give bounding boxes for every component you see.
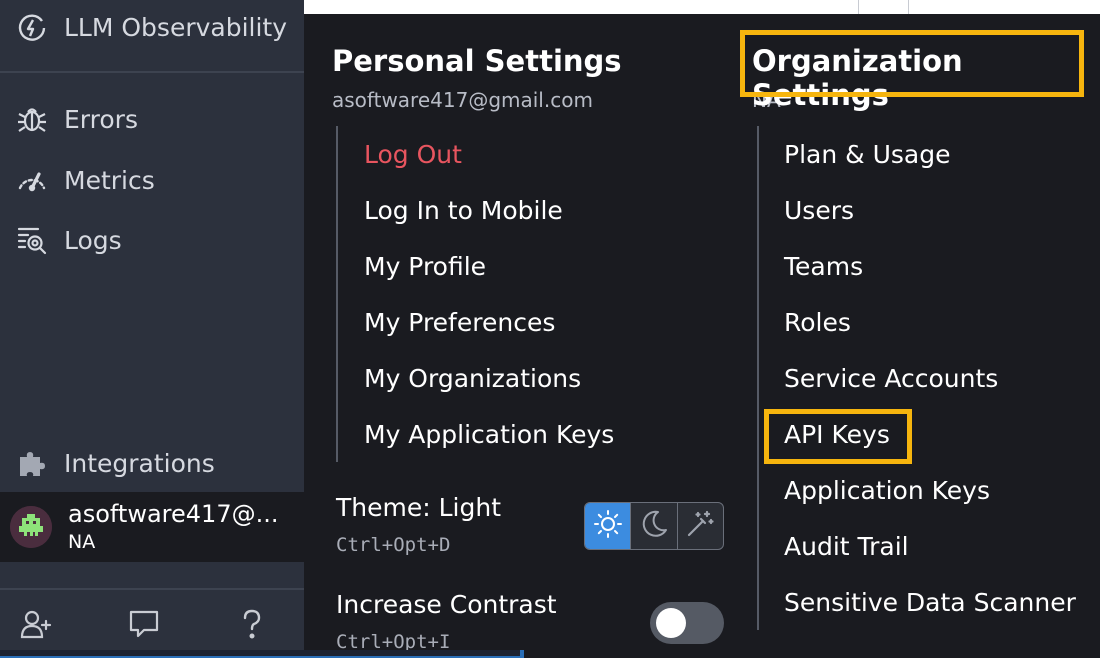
application-keys-link[interactable]: Application Keys bbox=[784, 474, 990, 508]
log-out-link[interactable]: Log Out bbox=[364, 138, 462, 172]
background-page-strip bbox=[304, 0, 1100, 14]
avatar bbox=[10, 506, 52, 548]
personal-divider bbox=[336, 126, 338, 462]
puzzle-icon bbox=[15, 446, 49, 480]
highlight-box-api-keys bbox=[764, 409, 912, 464]
sidebar-item-metrics[interactable]: Metrics bbox=[0, 155, 304, 205]
roles-link[interactable]: Roles bbox=[784, 306, 851, 340]
sidebar-item-llm-observability[interactable]: LLM Observability bbox=[0, 2, 304, 52]
user-org: NA bbox=[68, 531, 96, 553]
sidebar-divider bbox=[0, 71, 304, 73]
organization-divider bbox=[757, 126, 759, 630]
theme-selector bbox=[584, 502, 724, 550]
my-application-keys-link[interactable]: My Application Keys bbox=[364, 418, 614, 452]
my-profile-link[interactable]: My Profile bbox=[364, 250, 486, 284]
sensitive-data-scanner-link[interactable]: Sensitive Data Scanner bbox=[784, 586, 1076, 620]
sidebar-item-integrations[interactable]: Integrations bbox=[0, 438, 304, 488]
theme-auto-button[interactable] bbox=[676, 503, 723, 549]
personal-email: asoftware417@gmail.com bbox=[332, 88, 593, 112]
users-link[interactable]: Users bbox=[784, 194, 854, 228]
audit-trail-link[interactable]: Audit Trail bbox=[784, 530, 909, 564]
plan-usage-link[interactable]: Plan & Usage bbox=[784, 138, 950, 172]
bug-icon bbox=[15, 102, 49, 136]
toggle-knob bbox=[656, 608, 686, 638]
logs-icon bbox=[15, 223, 49, 257]
user-account[interactable]: asoftware417@... NA bbox=[0, 492, 304, 562]
gauge-icon bbox=[15, 163, 49, 197]
magic-wand-icon bbox=[685, 509, 715, 543]
app-root: LLM Observability Errors Metrics Logs In… bbox=[0, 0, 1100, 658]
add-user-icon[interactable] bbox=[16, 604, 56, 644]
sidebar-item-label: Logs bbox=[64, 225, 122, 255]
sidebar-item-logs[interactable]: Logs bbox=[0, 215, 304, 265]
log-in-mobile-link[interactable]: Log In to Mobile bbox=[364, 194, 563, 228]
sidebar-item-label: LLM Observability bbox=[64, 12, 288, 42]
help-icon[interactable] bbox=[232, 604, 272, 644]
user-info: asoftware417@... NA bbox=[68, 499, 278, 555]
theme-shortcut: Ctrl+Opt+D bbox=[336, 534, 451, 556]
service-accounts-link[interactable]: Service Accounts bbox=[784, 362, 998, 396]
increase-contrast-toggle[interactable] bbox=[650, 602, 724, 644]
bottom-edge bbox=[0, 650, 524, 658]
increase-contrast-label: Increase Contrast bbox=[336, 590, 557, 619]
sidebar-item-label: Errors bbox=[64, 104, 138, 134]
sidebar-item-label: Integrations bbox=[64, 448, 215, 478]
sidebar-item-label: Metrics bbox=[64, 165, 155, 195]
teams-link[interactable]: Teams bbox=[784, 250, 863, 284]
my-organizations-link[interactable]: My Organizations bbox=[364, 362, 581, 396]
sidebar: LLM Observability Errors Metrics Logs In… bbox=[0, 0, 304, 658]
llm-observability-icon bbox=[15, 10, 49, 44]
theme-light-button[interactable] bbox=[585, 503, 631, 549]
highlight-box-org-title bbox=[740, 30, 1084, 97]
personal-settings-title: Personal Settings bbox=[332, 44, 622, 78]
sidebar-item-errors[interactable]: Errors bbox=[0, 94, 304, 144]
theme-dark-button[interactable] bbox=[630, 503, 676, 549]
chat-icon[interactable] bbox=[124, 604, 164, 644]
user-email: asoftware417@... bbox=[68, 500, 279, 528]
theme-label: Theme: Light bbox=[336, 493, 501, 522]
sidebar-bottom-bar bbox=[0, 588, 304, 658]
my-preferences-link[interactable]: My Preferences bbox=[364, 306, 555, 340]
moon-icon bbox=[639, 509, 669, 543]
sun-icon bbox=[593, 509, 623, 543]
